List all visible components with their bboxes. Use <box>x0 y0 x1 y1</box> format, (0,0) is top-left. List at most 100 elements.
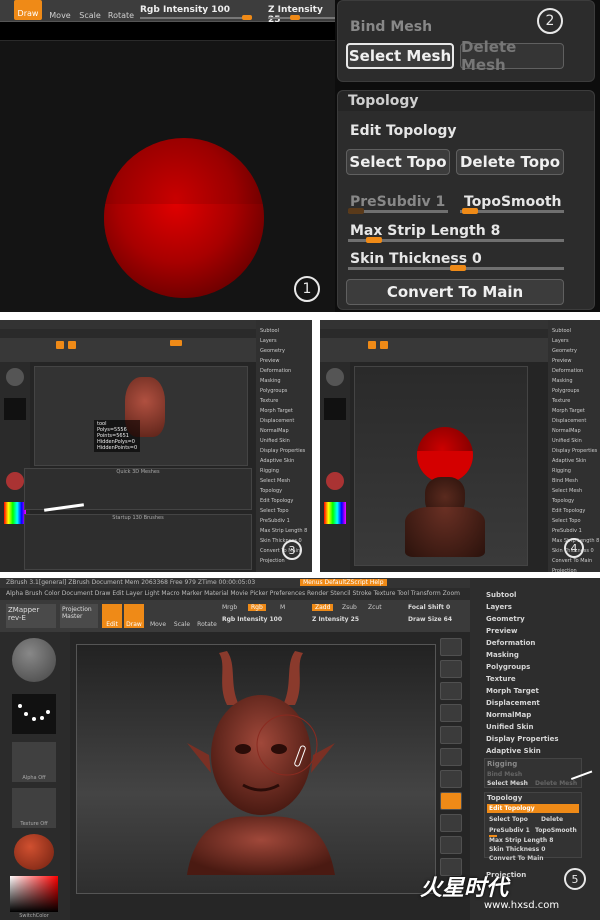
viewport[interactable] <box>34 366 248 466</box>
right-menu-item[interactable]: Bind Mesh <box>552 476 599 486</box>
menu-geometry[interactable]: Geometry <box>486 614 525 625</box>
rgb-intensity-knob[interactable] <box>242 15 252 20</box>
canvas[interactable] <box>0 40 335 312</box>
material-preview[interactable] <box>326 472 344 490</box>
rgb-intensity-label[interactable]: Rgb Intensity 100 <box>222 616 282 623</box>
move-button[interactable]: Move <box>48 0 72 22</box>
right-menu-item[interactable]: Texture <box>260 396 307 406</box>
alpha-slot[interactable]: Alpha Off <box>12 742 56 782</box>
menu-unified-skin[interactable]: Unified Skin <box>486 722 534 733</box>
rgb-button[interactable] <box>170 340 182 346</box>
right-menu-item[interactable]: Masking <box>552 376 599 386</box>
menus-badge[interactable]: Menus DefaultZScript Help <box>300 579 387 586</box>
right-menu-item[interactable]: Adaptive Skin <box>260 456 307 466</box>
zadd-button[interactable]: Zadd <box>312 604 334 611</box>
zsub-button[interactable]: Zsub <box>342 604 357 611</box>
delete-topo-button[interactable]: Delete <box>541 814 563 825</box>
view-tool-icon[interactable] <box>440 770 462 788</box>
delete-mesh-button[interactable]: Delete Mesh <box>460 38 564 74</box>
right-menu-item[interactable]: Masking <box>260 376 307 386</box>
right-menu-item[interactable]: Deformation <box>552 366 599 376</box>
skin-thickness-knob[interactable] <box>450 265 466 271</box>
convert-to-main-button[interactable]: Convert To Main <box>489 853 544 864</box>
draw-button[interactable]: Draw <box>124 604 144 628</box>
right-menu-item[interactable]: Polygroups <box>260 386 307 396</box>
view-tool-icon[interactable] <box>440 638 462 656</box>
bind-mesh-label[interactable]: Bind Mesh <box>350 19 432 35</box>
edit-button[interactable] <box>368 341 376 349</box>
select-mesh-button[interactable]: Select Mesh <box>487 778 528 789</box>
right-menu-item[interactable]: Layers <box>260 336 307 346</box>
menu-polygroups[interactable]: Polygroups <box>486 662 530 673</box>
scale-button[interactable]: Scale <box>78 0 102 22</box>
right-menu-item[interactable]: Select Mesh <box>552 486 599 496</box>
draw-button[interactable] <box>380 341 388 349</box>
topology-title[interactable]: Topology <box>338 91 594 111</box>
menu-texture[interactable]: Texture <box>486 674 516 685</box>
brush-preview[interactable] <box>326 368 344 386</box>
right-menu-item[interactable]: Display Properties <box>260 446 307 456</box>
menu-bar[interactable]: Alpha Brush Color Document Draw Edit Lay… <box>0 588 470 609</box>
right-menu-item[interactable]: Select Topo <box>260 506 307 516</box>
draw-button[interactable]: Draw <box>14 0 42 20</box>
menu-displacement[interactable]: Displacement <box>486 698 540 709</box>
right-menu-item[interactable]: Select Topo <box>552 516 599 526</box>
brush-preview[interactable] <box>12 638 56 682</box>
right-menu-item[interactable]: Topology <box>260 486 307 496</box>
edit-button[interactable]: Edit <box>102 604 122 628</box>
view-tool-icon[interactable] <box>440 726 462 744</box>
right-menu-item[interactable]: Displacement <box>260 416 307 426</box>
right-menu-item[interactable]: Deformation <box>260 366 307 376</box>
m-button[interactable]: M <box>280 604 285 611</box>
view-tool-icon[interactable] <box>440 748 462 766</box>
projection-master-button[interactable]: Projection Master <box>60 604 98 628</box>
stroke-preview[interactable] <box>12 694 56 734</box>
color-picker[interactable] <box>324 502 346 524</box>
brush-preview[interactable] <box>6 368 24 386</box>
right-menu-item[interactable]: Topology <box>552 496 599 506</box>
stroke-preview[interactable] <box>324 398 346 420</box>
right-menu-item[interactable]: Select Mesh <box>260 476 307 486</box>
convert-to-main-button[interactable]: Convert To Main <box>346 279 564 305</box>
right-menu-item[interactable]: Max Strip Length 8 <box>260 526 307 536</box>
toposmooth-label[interactable]: TopoSmooth <box>464 194 562 210</box>
right-menu-item[interactable]: Rigging <box>260 466 307 476</box>
right-menu-item[interactable]: Edit Topology <box>260 496 307 506</box>
right-menu-item[interactable]: NormalMap <box>260 426 307 436</box>
right-menu-item[interactable]: Layers <box>552 336 599 346</box>
z-intensity-knob[interactable] <box>290 15 300 20</box>
material-preview[interactable] <box>14 834 54 870</box>
right-menu-item[interactable]: Morph Target <box>552 406 599 416</box>
select-topo-button[interactable]: Select Topo <box>489 814 528 825</box>
material-preview[interactable] <box>6 472 24 490</box>
right-menu-item[interactable]: Display Properties <box>552 446 599 456</box>
quick-3d-meshes-palette[interactable]: Quick 3D Meshes <box>24 468 252 510</box>
right-menu-item[interactable]: Edit Topology <box>552 506 599 516</box>
z-intensity-slider[interactable] <box>268 17 335 19</box>
right-menu-item[interactable]: PreSubdiv 1 <box>552 526 599 536</box>
max-strip-length-knob[interactable] <box>366 237 382 243</box>
view-tool-icon[interactable] <box>440 682 462 700</box>
menu-layers[interactable]: Layers <box>486 602 512 613</box>
menu-display-properties[interactable]: Display Properties <box>486 734 559 745</box>
color-picker[interactable] <box>10 876 58 912</box>
draw-size-label[interactable]: Draw Size 64 <box>408 616 452 623</box>
draw-button[interactable] <box>68 341 76 349</box>
right-menu-item[interactable]: Rigging <box>552 466 599 476</box>
delete-topo-button[interactable]: Delete Topo <box>456 149 564 175</box>
right-menu-item[interactable]: Unified Skin <box>552 436 599 446</box>
z-intensity-label[interactable]: Z Intensity 25 <box>312 616 359 623</box>
menu-morph-target[interactable]: Morph Target <box>486 686 539 697</box>
rotate-button[interactable]: Rotate <box>108 0 134 22</box>
rotate-button[interactable]: Rotate <box>196 604 218 628</box>
right-menu-item[interactable]: Adaptive Skin <box>552 456 599 466</box>
menu-preview[interactable]: Preview <box>486 626 518 637</box>
select-topo-button[interactable]: Select Topo <box>346 149 450 175</box>
right-menu-item[interactable]: Preview <box>552 356 599 366</box>
right-menu-item[interactable]: Preview <box>260 356 307 366</box>
right-menu-item[interactable]: PreSubdiv 1 <box>260 516 307 526</box>
menu-normalmap[interactable]: NormalMap <box>486 710 531 721</box>
presubdiv-knob[interactable] <box>348 208 364 214</box>
menu-masking[interactable]: Masking <box>486 650 519 661</box>
right-menu-item[interactable]: Geometry <box>260 346 307 356</box>
